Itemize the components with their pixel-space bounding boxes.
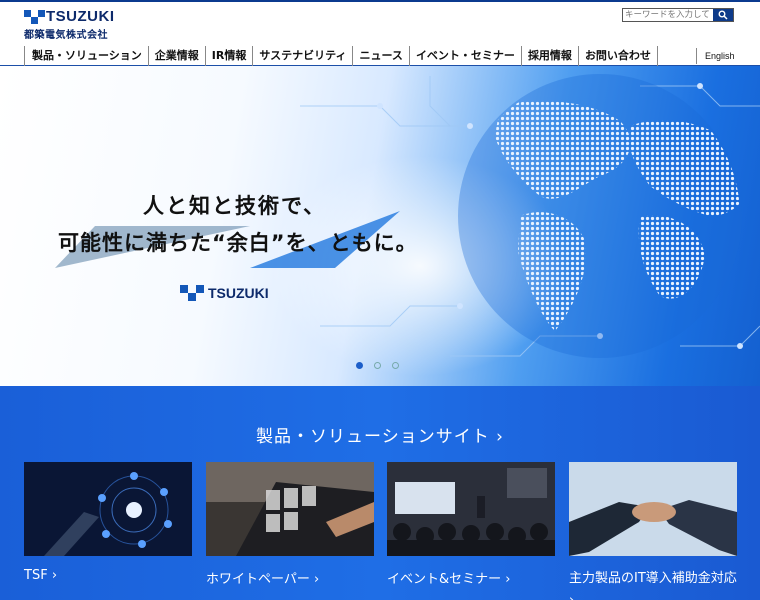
hero-banner: 人と知と技術で、 可能性に満ちた“余白”を、ともに。 TSUZUKI: [0, 66, 760, 386]
product-card-it-subsidy-image[interactable]: [569, 462, 737, 556]
digital-network-hand-image: [24, 462, 192, 556]
carousel-dot-3[interactable]: [392, 362, 399, 369]
carousel-dot-1[interactable]: [356, 362, 363, 369]
nav-item-news[interactable]: ニュース: [352, 46, 408, 66]
logo-mark-icon: [180, 285, 208, 303]
chevron-right-icon: ›: [51, 568, 58, 583]
product-card-whitepaper[interactable]: ホワイトペーパー ›: [206, 568, 319, 587]
product-card-whitepaper-image[interactable]: [206, 462, 374, 556]
site-logo[interactable]: TSUZUKI 都築電気株式会社: [24, 8, 115, 41]
product-card-tsf-image[interactable]: [24, 462, 192, 556]
chevron-right-icon: ›: [569, 593, 574, 600]
carousel-pagination: [356, 362, 399, 369]
product-card-tsf[interactable]: TSF ›: [24, 568, 57, 583]
chevron-right-icon: ›: [505, 572, 511, 587]
search-icon: [718, 10, 728, 20]
hero-logo: TSUZUKI: [180, 282, 280, 304]
products-heading[interactable]: 製品・ソリューションサイト ›: [0, 422, 760, 447]
search-box: [622, 8, 734, 22]
carousel-dot-2[interactable]: [374, 362, 381, 369]
nav-item-recruit[interactable]: 採用情報: [520, 46, 578, 66]
search-input[interactable]: [623, 9, 713, 21]
nav-item-contact[interactable]: お問い合わせ: [577, 46, 658, 66]
product-card-it-subsidy[interactable]: 主力製品のIT導入補助金対応 ›: [569, 568, 739, 600]
nav-item-sustainability[interactable]: サステナビリティ: [252, 46, 352, 66]
nav-item-products[interactable]: 製品・ソリューション: [24, 46, 148, 66]
global-nav: 製品・ソリューション 企業情報 IR情報 サステナビリティ ニュース イベント・…: [24, 46, 658, 66]
hero-headline-line1: 人と知と技術で、: [143, 194, 327, 218]
seminar-audience-image: [387, 462, 555, 556]
laptop-documents-image: [206, 462, 374, 556]
language-switch-english[interactable]: English: [696, 48, 735, 64]
hero-logo-wordmark: TSUZUKI: [208, 285, 269, 301]
logo-company-name: 都築電気株式会社: [24, 30, 108, 41]
globe-network-illustration: [55, 74, 760, 376]
chevron-right-icon: ›: [496, 427, 504, 447]
product-card-events-image[interactable]: [387, 462, 555, 556]
nav-item-events[interactable]: イベント・セミナー: [408, 46, 521, 66]
search-button[interactable]: [713, 9, 733, 21]
handshake-image: [569, 462, 737, 556]
logo-wordmark: TSUZUKI: [46, 8, 115, 25]
logo-mark-icon: [24, 10, 46, 24]
site-header: TSUZUKI 都築電気株式会社 製品・ソリューション 企業情報 IR情報 サス…: [0, 2, 760, 66]
nav-item-ir[interactable]: IR情報: [204, 46, 253, 66]
products-section: 製品・ソリューションサイト › TSF › ホワイトペーパー › イベント&セミ…: [0, 386, 760, 600]
product-card-events[interactable]: イベント&セミナー ›: [387, 568, 510, 587]
chevron-right-icon: ›: [314, 572, 320, 587]
hero-headline-line2: 可能性に満ちた“余白”を、ともに。: [58, 231, 418, 255]
nav-item-company[interactable]: 企業情報: [147, 46, 205, 66]
